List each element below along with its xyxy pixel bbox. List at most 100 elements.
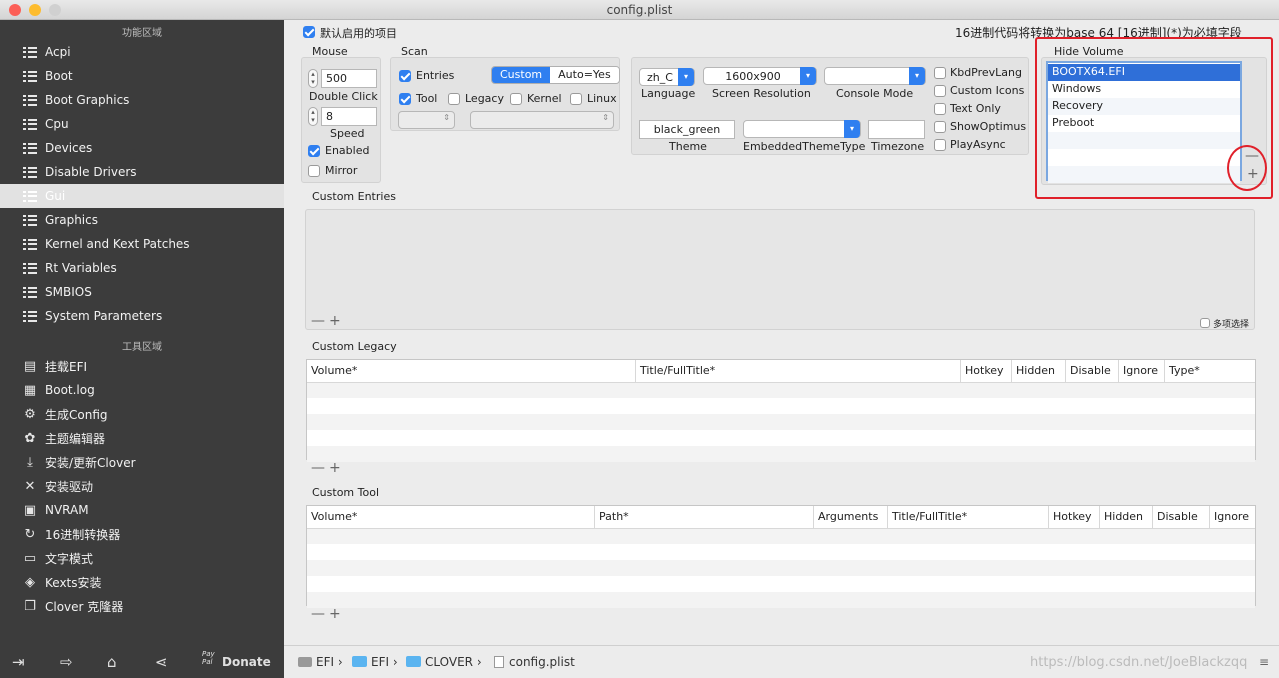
double-click-label: Double Click — [309, 90, 378, 103]
tool-install-drivers[interactable]: ✕ 安装驱动 — [0, 474, 284, 498]
import-icon[interactable]: ⇥ — [12, 653, 25, 671]
custom-entries-add-remove[interactable]: —+ — [311, 313, 345, 329]
path-item[interactable]: config.plist — [494, 655, 575, 669]
tool-generate-config[interactable]: ⚙ 生成Config — [0, 402, 284, 426]
column-header[interactable]: Title/FullTitle* — [636, 360, 961, 382]
column-header[interactable]: Hidden — [1100, 506, 1153, 528]
scan-entries-checkbox[interactable] — [399, 70, 411, 82]
list-item[interactable]: Preboot — [1048, 115, 1240, 132]
sidebar-item-boot[interactable]: Boot — [0, 64, 284, 88]
theme-field[interactable]: black_green — [639, 120, 735, 139]
sidebar-item-gui[interactable]: Gui — [0, 184, 284, 208]
embedded-theme-select[interactable]: ▾ — [743, 120, 861, 138]
scan-tool-checkbox[interactable] — [399, 93, 411, 105]
scan-mode-segment[interactable]: Custom Auto=Yes — [491, 66, 620, 84]
speed-stepper[interactable]: ▴ ▾ — [308, 107, 318, 126]
scan-kernel-checkbox[interactable] — [510, 93, 522, 105]
timezone-field[interactable] — [868, 120, 925, 139]
double-click-field[interactable]: 500 — [321, 69, 377, 88]
scan-legacy-checkbox[interactable] — [448, 93, 460, 105]
column-header[interactable]: Hotkey — [961, 360, 1012, 382]
legacy-popup[interactable]: ⇕ — [398, 111, 455, 129]
tool-theme-editor[interactable]: ✿ 主题编辑器 — [0, 426, 284, 450]
scan-tool-label: Tool — [416, 92, 438, 105]
section-tools-label: 工具区域 — [122, 342, 162, 353]
mouse-enabled-checkbox[interactable] — [308, 145, 320, 157]
custom-legacy-table[interactable]: Volume* Title/FullTitle* Hotkey Hidden D… — [306, 359, 1256, 462]
show-optimus-checkbox[interactable] — [934, 121, 946, 133]
list-icon — [22, 44, 38, 60]
column-header[interactable]: Volume* — [307, 506, 595, 528]
column-header[interactable]: Type* — [1165, 360, 1255, 382]
tool-label: 主题编辑器 — [45, 431, 106, 446]
path-item[interactable]: EFI › — [298, 655, 343, 669]
custom-tool-add-remove[interactable]: —+ — [311, 606, 345, 622]
custom-tool-table[interactable]: Volume* Path* Arguments Title/FullTitle*… — [306, 505, 1256, 608]
sidebar-item-acpi[interactable]: Acpi — [0, 40, 284, 64]
resolution-select[interactable]: 1600x900 ▾ — [703, 67, 817, 85]
resolution-label: Screen Resolution — [712, 87, 811, 100]
default-items-label: 默认启用的项目 — [320, 27, 397, 40]
sidebar-item-smbios[interactable]: SMBIOS — [0, 280, 284, 304]
tool-mount-efi[interactable]: ▤ 挂载EFI — [0, 354, 284, 378]
segment-auto-yes[interactable]: Auto=Yes — [550, 67, 619, 83]
multi-select-label: 多项选择 — [1213, 320, 1250, 330]
tool-clover-cloner[interactable]: ❐ Clover 克隆器 — [0, 594, 284, 618]
tool-boot-log[interactable]: ▦ Boot.log — [0, 378, 284, 402]
tool-text-mode[interactable]: ▭ 文字模式 — [0, 546, 284, 570]
tool-kexts-install[interactable]: ◈ Kexts安装 — [0, 570, 284, 594]
kernel-popup[interactable]: ⇕ — [470, 111, 614, 129]
custom-legacy-add-remove[interactable]: —+ — [311, 460, 345, 476]
column-header[interactable]: Ignore — [1210, 506, 1255, 528]
custom-entries-table[interactable] — [305, 209, 1255, 330]
list-item[interactable]: Windows — [1048, 81, 1240, 98]
sidebar-item-system-parameters[interactable]: System Parameters — [0, 304, 284, 328]
language-select[interactable]: zh_C ▾ — [639, 68, 695, 86]
tool-label: Kexts安装 — [45, 575, 102, 590]
column-header[interactable]: Ignore — [1119, 360, 1165, 382]
column-header[interactable]: Disable — [1153, 506, 1210, 528]
sidebar-item-disable-drivers[interactable]: Disable Drivers — [0, 160, 284, 184]
list-item[interactable]: Recovery — [1048, 98, 1240, 115]
share-icon[interactable]: ⋖ — [155, 653, 168, 671]
text-only-checkbox[interactable] — [934, 103, 946, 115]
column-header[interactable]: Volume* — [307, 360, 636, 382]
tool-label: 生成Config — [45, 407, 108, 422]
default-items-checkbox[interactable] — [303, 26, 315, 38]
sidebar-item-kernel-kext-patches[interactable]: Kernel and Kext Patches — [0, 232, 284, 256]
list-item[interactable]: BOOTX64.EFI — [1048, 64, 1240, 81]
multi-select-checkbox[interactable] — [1200, 318, 1210, 328]
console-mode-select[interactable]: ▾ — [824, 67, 926, 85]
sidebar-item-rt-variables[interactable]: Rt Variables — [0, 256, 284, 280]
mouse-mirror-checkbox[interactable] — [308, 165, 320, 177]
path-label: CLOVER — [425, 655, 473, 669]
custom-icons-checkbox[interactable] — [934, 85, 946, 97]
export-icon[interactable]: ⇨ — [60, 653, 73, 671]
column-header[interactable]: Disable — [1066, 360, 1119, 382]
segment-custom[interactable]: Custom — [492, 67, 551, 83]
kbd-prev-lang-checkbox[interactable] — [934, 67, 946, 79]
speed-field[interactable]: 8 — [321, 107, 377, 126]
tool-hex-converter[interactable]: ↻ 16进制转换器 — [0, 522, 284, 546]
tool-install-clover[interactable]: ⤓ 安装/更新Clover — [0, 450, 284, 474]
menu-icon[interactable]: ≡ — [1259, 655, 1269, 669]
console-mode-label: Console Mode — [836, 87, 914, 100]
play-async-checkbox[interactable] — [934, 139, 946, 151]
double-click-stepper[interactable]: ▴ ▾ — [308, 69, 318, 88]
path-item[interactable]: CLOVER › — [406, 655, 482, 669]
hide-volume-list[interactable]: BOOTX64.EFI Windows Recovery Preboot — [1046, 61, 1242, 183]
column-header[interactable]: Title/FullTitle* — [888, 506, 1049, 528]
column-header[interactable]: Hidden — [1012, 360, 1066, 382]
scan-linux-checkbox[interactable] — [570, 93, 582, 105]
path-item[interactable]: EFI › — [352, 655, 398, 669]
column-header[interactable]: Hotkey — [1049, 506, 1100, 528]
sidebar-item-boot-graphics[interactable]: Boot Graphics — [0, 88, 284, 112]
column-header[interactable]: Arguments — [814, 506, 888, 528]
home-icon[interactable]: ⌂ — [107, 653, 117, 671]
donate-button[interactable]: Donate — [222, 655, 271, 669]
column-header[interactable]: Path* — [595, 506, 814, 528]
sidebar-item-graphics[interactable]: Graphics — [0, 208, 284, 232]
sidebar-item-cpu[interactable]: Cpu — [0, 112, 284, 136]
tool-nvram[interactable]: ▣ NVRAM — [0, 498, 284, 522]
sidebar-item-devices[interactable]: Devices — [0, 136, 284, 160]
